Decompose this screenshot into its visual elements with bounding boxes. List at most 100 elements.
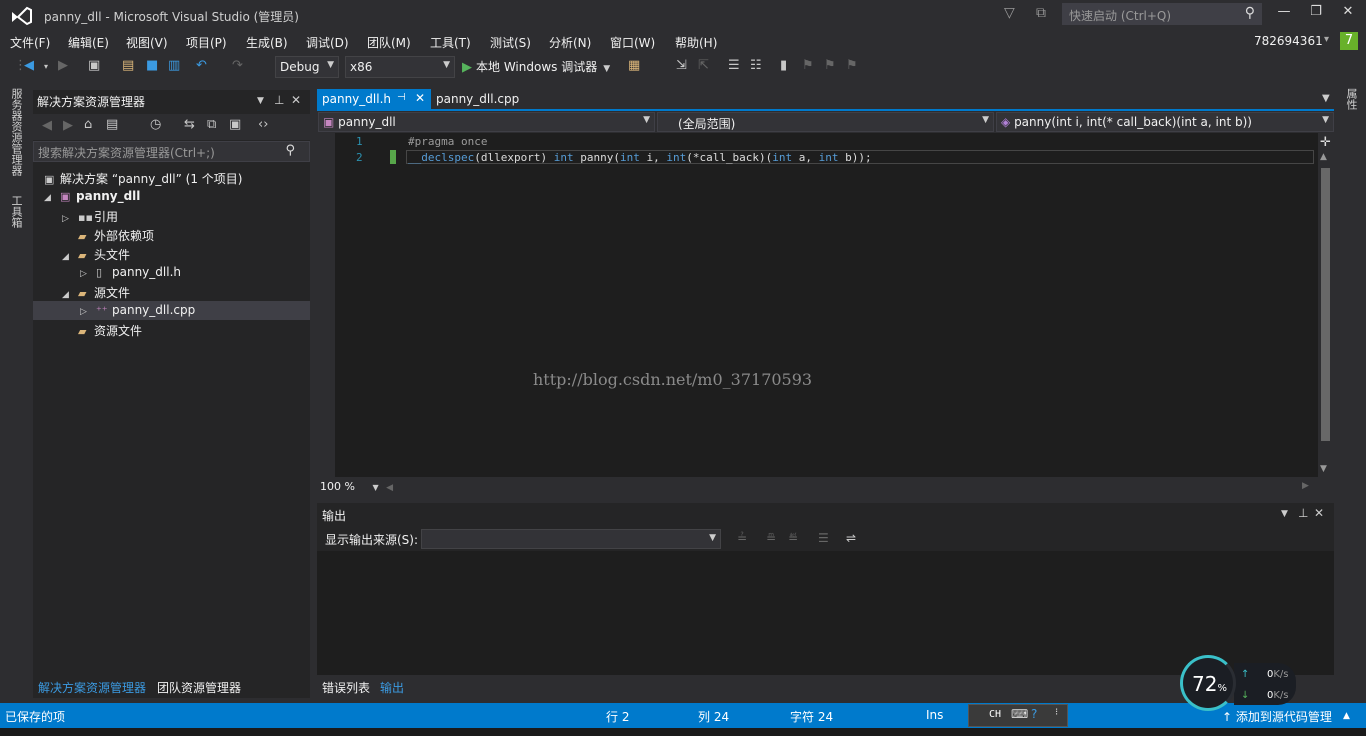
minimize-button[interactable]: — [1270, 4, 1298, 24]
tree-external-deps[interactable]: ▰ 外部依赖项 [78, 227, 154, 244]
expanded-icon[interactable]: ◢ [62, 252, 78, 262]
tab-solution-explorer[interactable]: 解决方案资源管理器 [38, 679, 146, 696]
member-nav-dropdown[interactable]: ◈ panny(int i, int(* call_back)(int a, i… [996, 112, 1334, 132]
search-icon[interactable]: ⚲ [285, 143, 295, 158]
clear-all-icon[interactable]: ☰ [818, 531, 829, 545]
ime-menu-icon[interactable]: ⁝ [1055, 707, 1058, 718]
search-icon[interactable]: ⚲ [1245, 5, 1255, 21]
back-dropdown-icon[interactable]: ▾ [44, 62, 48, 71]
show-all-files-icon[interactable]: ▣ [229, 117, 241, 132]
output-text-area[interactable] [317, 551, 1334, 675]
publish-button[interactable]: ↑ 添加到源代码管理 [1222, 708, 1332, 725]
word-wrap-icon[interactable]: ⇌ [846, 531, 856, 545]
filter-icon[interactable]: ▽ [1004, 5, 1015, 21]
tab-overflow-icon[interactable]: ▼ [1322, 93, 1330, 104]
switch-views-icon[interactable]: ▤ [106, 117, 118, 132]
feedback-icon[interactable]: ⧉ [1036, 5, 1046, 21]
comment-icon[interactable]: ☰ [728, 58, 740, 73]
menu-debug[interactable]: 调试(D) [306, 34, 349, 51]
menu-file[interactable]: 文件(F) [10, 34, 50, 51]
menu-window[interactable]: 窗口(W) [610, 34, 655, 51]
code-line-1[interactable]: #pragma once [408, 135, 487, 148]
help-icon[interactable]: ? [1031, 707, 1037, 721]
server-explorer-tab[interactable]: 服务器资源管理器 [8, 88, 24, 176]
menu-project[interactable]: 项目(P) [186, 34, 227, 51]
solution-search-input[interactable]: 搜索解决方案资源管理器(Ctrl+;) ⚲ [33, 141, 310, 162]
menu-build[interactable]: 生成(B) [246, 34, 288, 51]
bookmark-icon[interactable]: ▮ [780, 58, 787, 73]
forward-icon[interactable]: ▶ [58, 58, 68, 73]
close-icon[interactable]: ✕ [1314, 506, 1324, 520]
tree-solution[interactable]: ▣ 解决方案 “panny_dll” (1 个项目) [44, 170, 242, 187]
split-window-icon[interactable]: ✛ [1320, 135, 1331, 150]
code-line-2[interactable]: __declspec(dllexport) int panny(int i, i… [408, 151, 872, 164]
horizontal-scrollbar[interactable] [317, 477, 1334, 495]
tree-resource-files[interactable]: ▰ 资源文件 [78, 322, 142, 339]
pin-icon[interactable]: ⊥ [274, 93, 284, 107]
start-debugging-button[interactable]: ▶ 本地 Windows 调试器 ▼ [462, 58, 610, 75]
forward-icon[interactable]: ▶ [63, 118, 73, 133]
scroll-down-icon[interactable]: ▼ [1320, 464, 1327, 474]
menu-team[interactable]: 团队(M) [367, 34, 411, 51]
code-editor[interactable] [317, 133, 1334, 477]
clear-bookmarks-icon[interactable]: ⚑ [846, 58, 858, 73]
menu-test[interactable]: 测试(S) [490, 34, 531, 51]
keyboard-icon[interactable]: ⌨ [1011, 707, 1028, 721]
scope-nav-dropdown[interactable]: (全局范围) ▼ [657, 112, 994, 132]
undo-icon[interactable]: ↶ [196, 58, 207, 73]
tree-source-file[interactable]: ▷ ⁺⁺ panny_dll.cpp [80, 303, 195, 317]
attach-icon[interactable]: ▦ [628, 58, 640, 73]
close-button[interactable]: ✕ [1334, 4, 1362, 24]
config-dropdown[interactable]: Debug ▼ [275, 56, 339, 78]
menu-analyze[interactable]: 分析(N) [549, 34, 591, 51]
find-message-icon[interactable]: ≟ [737, 531, 747, 545]
output-source-dropdown[interactable]: ▼ [421, 529, 721, 549]
tree-references[interactable]: ▷ ▪▪引用 [62, 208, 118, 225]
tab-error-list[interactable]: 错误列表 [322, 679, 370, 696]
ime-toolbar[interactable]: CH ⌨ ? ⁝ [968, 704, 1068, 727]
platform-dropdown[interactable]: x86 ▼ [345, 56, 455, 78]
chevron-up-icon[interactable]: ▲ [1343, 711, 1350, 721]
chevron-down-icon[interactable]: ▾ [1324, 34, 1329, 45]
scroll-right-icon[interactable]: ▶ [1302, 481, 1309, 491]
tab-team-explorer[interactable]: 团队资源管理器 [157, 679, 241, 696]
tab-panny-dll-h[interactable]: panny_dll.h ⊣ ✕ [317, 89, 431, 110]
next-bookmark-icon[interactable]: ⚑ [824, 58, 836, 73]
collapsed-icon[interactable]: ▷ [80, 269, 96, 279]
expanded-icon[interactable]: ◢ [62, 290, 78, 300]
prev-bookmark-icon[interactable]: ⚑ [802, 58, 814, 73]
panel-menu-icon[interactable]: ▼ [257, 96, 264, 106]
project-nav-dropdown[interactable]: ▣ panny_dll ▼ [318, 112, 655, 132]
menu-help[interactable]: 帮助(H) [675, 34, 717, 51]
notification-badge[interactable]: 7 [1340, 32, 1358, 50]
scrollbar-thumb[interactable] [1321, 168, 1330, 441]
menu-view[interactable]: 视图(V) [126, 34, 168, 51]
collapse-all-icon[interactable]: ⧉ [207, 117, 216, 132]
menu-tools[interactable]: 工具(T) [430, 34, 471, 51]
tree-header-files[interactable]: ◢ ▰ 头文件 [62, 246, 130, 263]
toolbox-tab[interactable]: 工具箱 [8, 195, 24, 228]
scroll-left-icon[interactable]: ◀ [386, 483, 393, 493]
redo-icon[interactable]: ↷ [232, 58, 243, 73]
collapsed-icon[interactable]: ▷ [62, 214, 78, 224]
tree-project[interactable]: ◢ ▣ panny_dll [44, 189, 140, 203]
collapsed-icon[interactable]: ▷ [80, 307, 96, 317]
panel-menu-icon[interactable]: ▼ [1281, 509, 1288, 519]
back-icon[interactable]: ◀ [42, 118, 52, 133]
home-icon[interactable]: ⌂ [84, 117, 92, 132]
open-folder-icon[interactable]: ▤ [122, 58, 134, 73]
tab-output[interactable]: 输出 [380, 679, 404, 696]
tab-panny-dll-cpp[interactable]: panny_dll.cpp [436, 92, 519, 106]
quick-launch-input[interactable]: 快速启动 (Ctrl+Q) ⚲ [1062, 3, 1262, 25]
close-icon[interactable]: ✕ [291, 93, 301, 107]
step-icon[interactable]: ⇲ [676, 58, 687, 73]
prev-message-icon[interactable]: ≞ [766, 531, 776, 545]
save-all-icon[interactable]: ▥ [168, 58, 180, 73]
properties-tab[interactable]: 属性 [1343, 88, 1359, 110]
pin-icon[interactable]: ⊥ [1298, 506, 1308, 520]
new-project-icon[interactable]: ▣ [88, 58, 100, 73]
save-icon[interactable]: ■ [146, 58, 158, 73]
scroll-up-icon[interactable]: ▲ [1320, 152, 1327, 162]
tree-source-files[interactable]: ◢ ▰ 源文件 [62, 284, 130, 301]
uncomment-icon[interactable]: ☷ [750, 58, 762, 73]
